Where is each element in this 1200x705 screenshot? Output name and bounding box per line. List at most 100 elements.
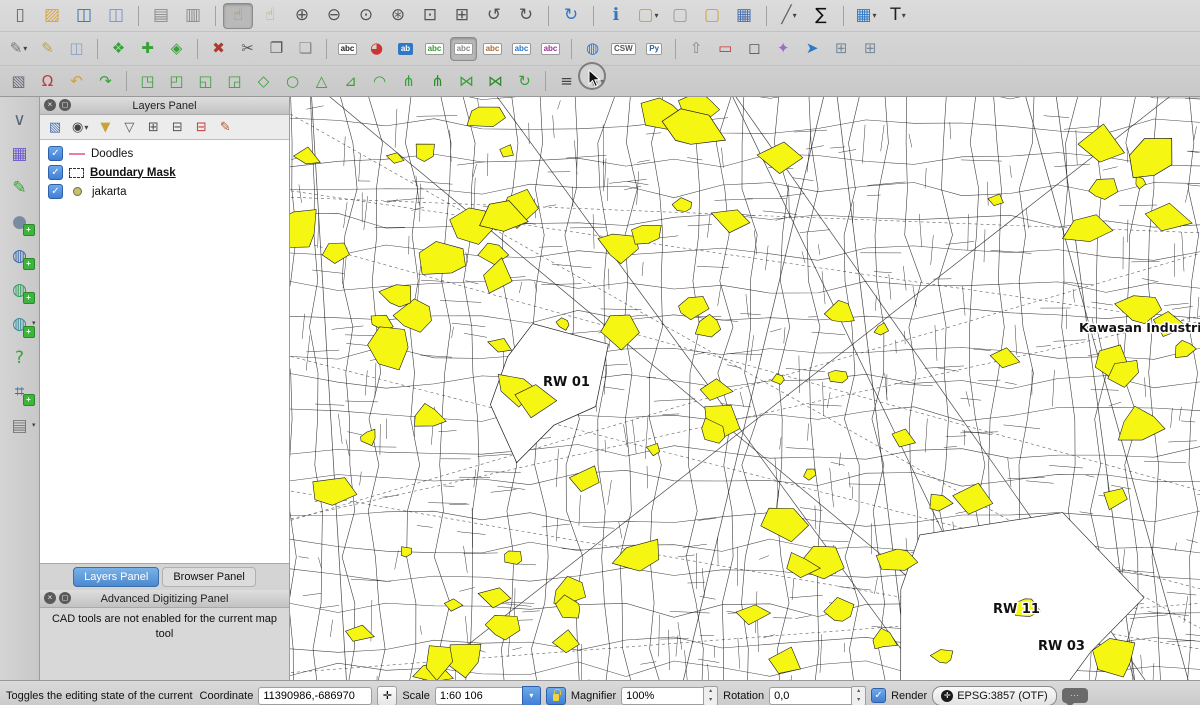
zoom-to-selection-button[interactable]: ⊡ [415,3,445,29]
save-layer-edits-button[interactable]: ◫ [63,37,90,61]
project-open-button[interactable]: ▨ [37,3,67,29]
expand-all-button[interactable]: ⊞ [143,117,163,137]
offset-curve-button[interactable]: ◠ [366,70,393,92]
tab-layers-panel[interactable]: Layers Panel [73,567,159,587]
statistical-summary-button[interactable]: ∑ [806,3,836,29]
scale-input[interactable] [435,687,522,705]
add-delimited-text-layer-button[interactable]: ? [5,343,35,373]
label-ab-button[interactable]: ab [392,37,419,61]
rotate-point-symbols-button[interactable]: ↻ [511,70,538,92]
magic-wand-button[interactable]: ✦ [770,37,797,61]
rotation-input[interactable] [769,687,852,705]
spinner-down-icon[interactable]: ▾ [704,696,717,705]
enable-advanced-digitizing-button[interactable]: ▧ [5,70,32,92]
pointer-select-button[interactable]: ➤ [799,37,826,61]
add-postgis-layer-button[interactable]: ●+ [5,207,35,237]
filter-legend-button[interactable]: ▼ [95,117,115,137]
add-ring-button[interactable]: ◱ [192,70,219,92]
toggle-editing-button[interactable]: ✎ [34,37,61,61]
filter-by-expression-button[interactable]: ▽ [119,117,139,137]
add-wcs-layer-button[interactable]: ◍▾+ [5,309,35,339]
layer-name[interactable]: jakarta [92,186,127,198]
current-edits-button[interactable]: ✎▾ [5,37,32,61]
add-raster-layer-button[interactable]: ▦ [5,139,35,169]
delete-part-button[interactable]: △ [308,70,335,92]
layer-labeling-button[interactable]: abc [334,37,361,61]
metasearch-globe-button[interactable]: ◍ [579,37,606,61]
style-brush-button[interactable]: ✎ [215,117,235,137]
measure-line-button[interactable]: ╱▾ [774,3,804,29]
add-wms-layer-button[interactable]: ◍+ [5,275,35,305]
layer-row[interactable]: ✓ jakarta [40,182,289,201]
redo-button[interactable]: ↷ [92,70,119,92]
coordinate-input[interactable] [258,687,372,705]
layer-name[interactable]: Boundary Mask [90,167,176,179]
collapse-all-button[interactable]: ⊟ [167,117,187,137]
zoom-full-button[interactable]: ⊛ [383,3,413,29]
delete-ring-button[interactable]: ○ [279,70,306,92]
rotate-feature-button[interactable]: ◳ [134,70,161,92]
scale-lock-button[interactable] [546,687,566,705]
paste-features-button[interactable]: ❏ [292,37,319,61]
cut-features-button[interactable]: ✂ [234,37,261,61]
layer-visibility-checkbox[interactable]: ✓ [48,146,63,161]
zoom-next-button[interactable]: ↻ [511,3,541,29]
merge-attributes-button[interactable]: ⋈ [482,70,509,92]
add-vector-layer-button[interactable]: ∨ [5,105,35,135]
zoom-out-button[interactable]: ⊖ [319,3,349,29]
spinner-up-icon[interactable]: ▴ [852,687,865,696]
offset-arrow-button[interactable]: ⇧ [683,37,710,61]
split-features-button[interactable]: ⋔ [395,70,422,92]
layer-lines-button[interactable]: ≡ [553,70,580,92]
move-label-button[interactable]: ⇘▾ [582,70,609,92]
map-decorations-button[interactable]: ▦▾ [851,3,881,29]
move-feature-button[interactable]: ✚ [134,37,161,61]
magnifier-spinner[interactable]: ▴ ▾ [703,686,718,705]
reshape-features-button[interactable]: ⊿ [337,70,364,92]
render-checkbox[interactable]: ✓ [871,688,886,703]
screen-frame-button[interactable]: ◻ [741,37,768,61]
map-canvas[interactable]: RW 01RW 11RW 03Kawasan Industri Pe [290,97,1200,680]
label-abc-blue-button[interactable]: abc [508,37,535,61]
boundary-rect-button[interactable]: ▭ [712,37,739,61]
new-shapefile-layer-button[interactable]: ✎ [5,173,35,203]
layer-visibility-checkbox[interactable]: ✓ [48,184,63,199]
grid-edit-button[interactable]: ⊞ [828,37,855,61]
label-abc-green-button[interactable]: abc [421,37,448,61]
deselect-features-button[interactable]: ▢ [665,3,695,29]
select-by-expression-button[interactable]: ▢ [697,3,727,29]
layer-row[interactable]: ✓Boundary Mask [40,163,289,182]
split-parts-button[interactable]: ⋔ [424,70,451,92]
adv-digitizing-float-icon[interactable]: ◻ [59,592,71,604]
add-spatialite-layer-button[interactable]: ◍+ [5,241,35,271]
map-refresh-button[interactable]: ↻ [556,3,586,29]
crs-status-button[interactable]: ✛ EPSG:3857 (OTF) [932,686,1056,705]
remove-layer-button[interactable]: ⊟ [191,117,211,137]
fill-ring-button[interactable]: ◇ [250,70,277,92]
undo-button[interactable]: ↶ [63,70,90,92]
zoom-actual-button[interactable]: ⊙ [351,3,381,29]
project-save-as-button[interactable]: ◫ [101,3,131,29]
magnifier-input[interactable] [621,687,704,705]
manage-visibility-button[interactable]: ◉▾ [69,117,91,137]
adv-digitizing-close-icon[interactable]: × [44,592,56,604]
delete-selected-button[interactable]: ✖ [205,37,232,61]
select-features-button[interactable]: ▢▾ [633,3,663,29]
project-new-button[interactable]: ▯ [5,3,35,29]
layer-name[interactable]: Doodles [91,148,133,160]
pan-map-button[interactable]: ☝ [223,3,253,29]
layer-row[interactable]: ✓ Doodles [40,144,289,163]
layer-diagram-button[interactable]: ◕ [363,37,390,61]
layers-panel-float-icon[interactable]: ◻ [59,99,71,111]
composer-manager-button[interactable]: ▥ [178,3,208,29]
annotation-text-button[interactable]: T▾ [883,3,913,29]
rotation-spinner[interactable]: ▴ ▾ [851,686,866,705]
spinner-up-icon[interactable]: ▴ [704,687,717,696]
merge-features-button[interactable]: ⋈ [453,70,480,92]
tab-browser-panel[interactable]: Browser Panel [162,567,256,587]
copy-features-button[interactable]: ❐ [263,37,290,61]
pan-to-selection-button[interactable]: ☝ [255,3,285,29]
grid-edit-2-button[interactable]: ⊞ [857,37,884,61]
node-tool-button[interactable]: ◈ [163,37,190,61]
zoom-in-button[interactable]: ⊕ [287,3,317,29]
